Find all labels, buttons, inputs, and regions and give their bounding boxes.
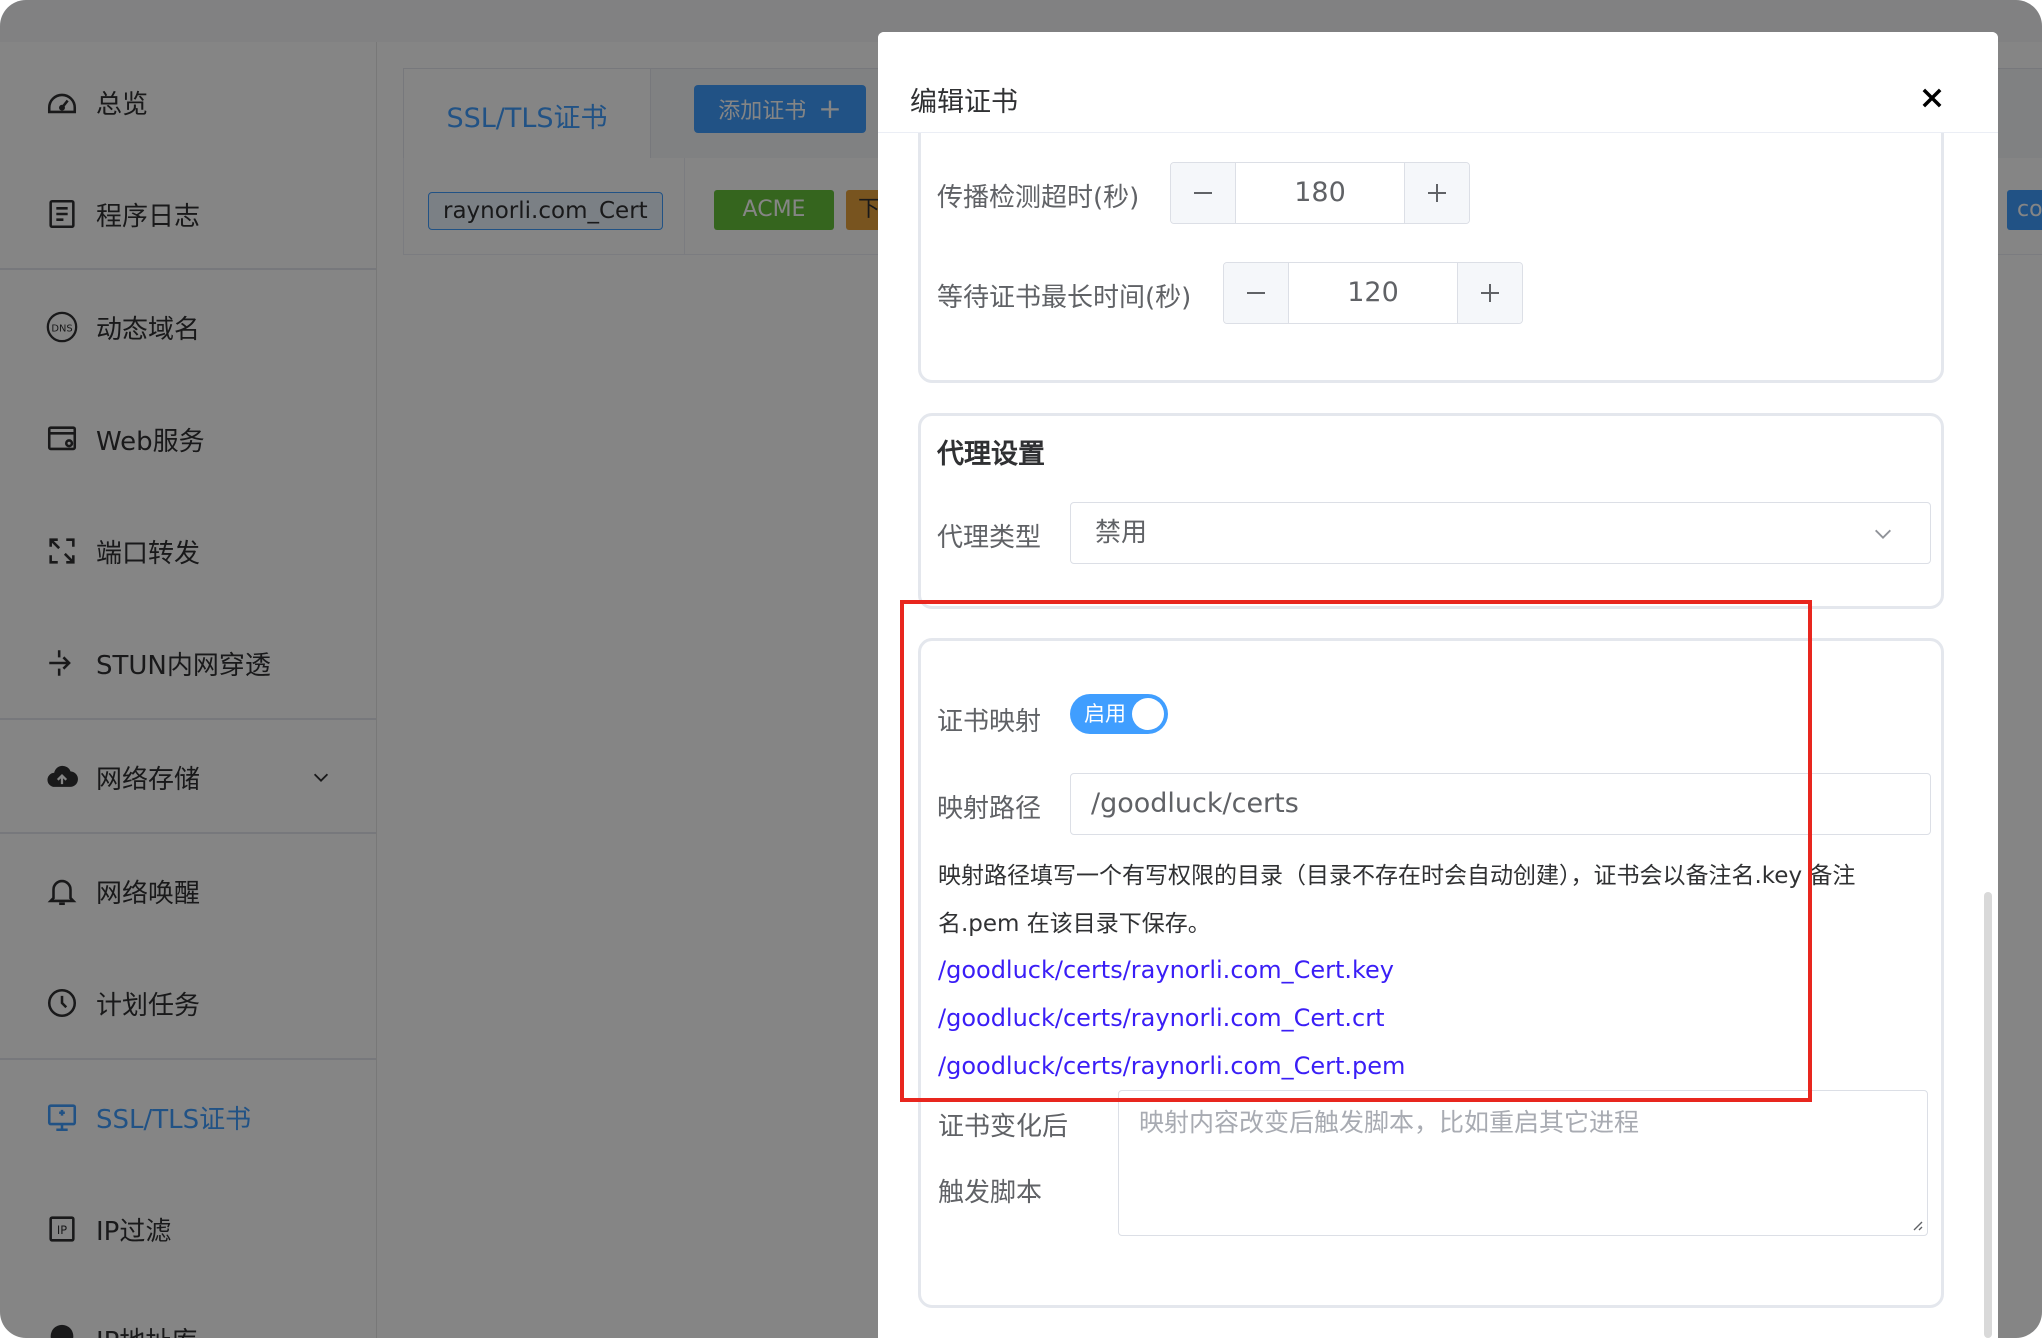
wait-cert-value[interactable]: 120 [1288, 263, 1458, 323]
plus-icon [1428, 184, 1446, 202]
minus-icon [1194, 192, 1212, 194]
script-label-line2: 触发脚本 [938, 1178, 1043, 1208]
script-label-line1: 证书变化后 [938, 1112, 1069, 1142]
increment-button[interactable] [1457, 263, 1522, 323]
dialog-scrollbar[interactable] [1984, 892, 1992, 1338]
proxy-settings-panel: 代理设置 代理类型 禁用 [918, 413, 1944, 609]
propagation-timeout-label: 传播检测超时(秒) [937, 183, 1140, 213]
cert-mapping-switch[interactable]: 启用 [1070, 694, 1168, 734]
plus-icon [1481, 284, 1499, 302]
trigger-script-textarea[interactable]: 映射内容改变后触发脚本，比如重启其它进程 [1118, 1090, 1928, 1236]
propagation-timeout-stepper: 180 [1170, 162, 1470, 224]
increment-button[interactable] [1404, 163, 1469, 223]
dns-settings-panel: 传播检测超时(秒) 180 等待证书最长时间(秒) 120 [918, 133, 1944, 383]
proxy-type-value: 禁用 [1095, 518, 1148, 548]
dialog-title: 编辑证书 [910, 87, 1018, 118]
mapping-path-value: /goodluck/certs [1091, 788, 1299, 819]
mapped-file-crt[interactable]: /goodluck/certs/raynorli.com_Cert.crt [938, 1004, 1384, 1032]
decrement-button[interactable] [1171, 163, 1236, 223]
cert-mapping-label: 证书映射 [937, 707, 1042, 737]
mapping-desc-line2: 名.pem 在该目录下保存。 [938, 911, 1211, 937]
mapped-file-pem[interactable]: /goodluck/certs/raynorli.com_Cert.pem [938, 1052, 1405, 1080]
wait-cert-stepper: 120 [1223, 262, 1523, 324]
mapping-desc-line1: 映射路径填写一个有写权限的目录（目录不存在时会自动创建），证书会以备注名.key… [938, 863, 1856, 889]
proxy-type-select[interactable]: 禁用 [1070, 502, 1931, 564]
close-icon[interactable] [1918, 84, 1946, 112]
mapping-path-input[interactable]: /goodluck/certs [1070, 773, 1931, 835]
wait-cert-label: 等待证书最长时间(秒) [937, 283, 1192, 313]
proxy-section-title: 代理设置 [937, 439, 1045, 470]
dialog-header: 编辑证书 [878, 32, 1998, 133]
mapping-path-label: 映射路径 [937, 794, 1042, 824]
app-window: 总览 程序日志 DNS 动态域名 Web服务 端口转发 STUN内网穿透 网络存… [0, 0, 2042, 1338]
mapped-file-key[interactable]: /goodluck/certs/raynorli.com_Cert.key [938, 956, 1394, 984]
propagation-timeout-value[interactable]: 180 [1235, 163, 1405, 223]
proxy-type-label: 代理类型 [937, 523, 1042, 553]
switch-knob [1132, 698, 1164, 730]
chevron-down-icon [1875, 529, 1891, 539]
decrement-button[interactable] [1224, 263, 1289, 323]
resize-grip-icon[interactable] [1909, 1217, 1923, 1231]
script-placeholder: 映射内容改变后触发脚本，比如重启其它进程 [1139, 1108, 1640, 1137]
switch-text: 启用 [1084, 702, 1126, 726]
minus-icon [1247, 292, 1265, 294]
mapping-description: 映射路径填写一个有写权限的目录（目录不存在时会自动创建），证书会以备注名.key… [938, 852, 1898, 948]
